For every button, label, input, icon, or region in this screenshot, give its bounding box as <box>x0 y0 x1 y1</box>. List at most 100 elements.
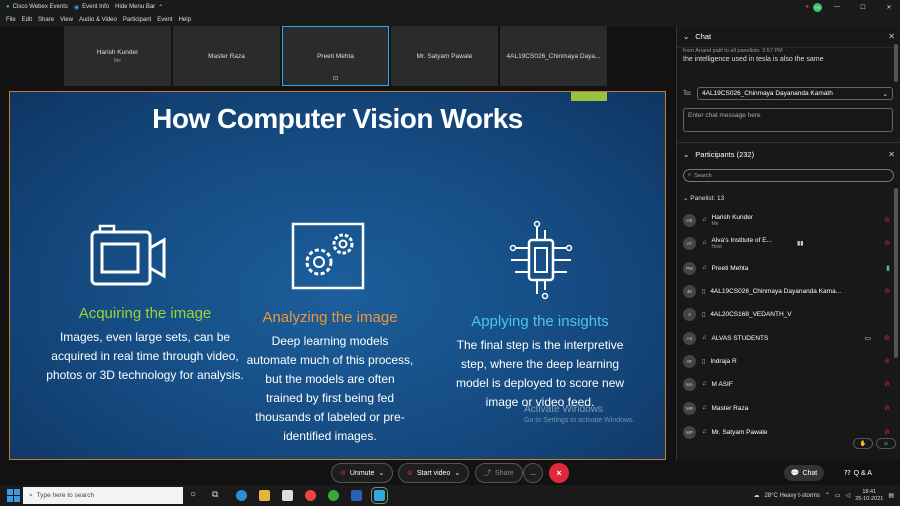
notifications-icon[interactable]: ▤ <box>888 492 894 499</box>
chevron-down-icon: ⌄ <box>378 470 385 477</box>
slide-column-applying: Applying the insights The final step is … <box>450 313 630 412</box>
participant-row[interactable]: PM ♫ Preeti Mehta ▮ <box>683 258 893 278</box>
panel-divider <box>677 142 900 143</box>
start-video-button[interactable]: ⊘ Start video ⌄ <box>398 463 470 483</box>
event-info-button[interactable]: ◉ Event Info <box>74 4 109 11</box>
volume-icon[interactable]: ◁ <box>846 492 851 499</box>
mic-muted-icon[interactable]: ⊘ <box>884 428 890 436</box>
end-meeting-button[interactable]: × <box>549 463 569 483</box>
file-explorer-icon[interactable] <box>259 490 270 501</box>
hide-menu-bar-button[interactable]: Hide Menu Bar ⌃ <box>115 4 163 11</box>
participant-row[interactable]: MR ♫ Master Raza ⊘ <box>683 398 893 418</box>
close-participants-icon[interactable]: ✕ <box>888 150 895 159</box>
webex-taskbar-icon[interactable] <box>371 487 388 504</box>
slide-title: How Computer Vision Works <box>152 103 523 134</box>
menu-event[interactable]: Event <box>157 17 172 23</box>
close-icon[interactable]: ✕ <box>878 4 900 11</box>
mic-muted-icon[interactable]: ⊘ <box>884 239 890 247</box>
audio-level-icon: ▮▮ <box>797 240 804 247</box>
mic-muted-icon[interactable]: ⊘ <box>884 216 890 224</box>
video-stage: Harish Kunder Me Master Raza Preeti Mehta… <box>0 26 676 461</box>
chat-recipient-select[interactable]: 4AL19CS026_Chinmaya Dayananda Kamath ⌄ <box>697 87 893 100</box>
menu-audio-video[interactable]: Audio & Video <box>79 17 117 23</box>
participant-row[interactable]: AT ♫ Alva's Institute of E... Host ▮▮ ⊘ <box>683 233 893 253</box>
participant-row[interactable]: IR ▯ Indraja R ⊘ <box>683 351 893 371</box>
panelist-group-header[interactable]: ⌄ Panelist: 13 <box>683 194 724 202</box>
thumbnail-preeti-mehta[interactable]: Preeti Mehta ⊡ <box>282 26 389 86</box>
minimize-icon[interactable]: — <box>826 4 848 10</box>
close-chat-icon[interactable]: ✕ <box>888 32 895 41</box>
raise-hand-icon[interactable]: ✋ <box>853 438 873 449</box>
chrome-profile-icon[interactable] <box>328 490 339 501</box>
avatar: MP <box>683 425 696 439</box>
chat-tab-button[interactable]: 💬 Chat <box>784 465 824 481</box>
participant-row[interactable]: 4 ▯ 4AL20CS168_VEDANTH_V <box>683 304 893 324</box>
share-icon: ⤴ <box>484 470 491 477</box>
mic-muted-icon[interactable]: ⊘ <box>884 287 890 295</box>
thumbnail-chinmaya[interactable]: 4AL19CS026_Chinmaya Daya... <box>500 26 607 86</box>
column-heading: Applying the insights <box>471 313 609 330</box>
task-view-icon[interactable]: ⧉ <box>212 489 218 500</box>
menu-file[interactable]: File <box>6 17 16 23</box>
user-avatar[interactable]: HK <box>813 2 822 12</box>
unmute-button[interactable]: ⊘ Unmute ⌄ <box>331 463 394 483</box>
cortana-icon[interactable]: ○ <box>190 489 196 500</box>
chevron-up-icon[interactable]: ⌃ <box>825 492 830 499</box>
chevron-down-icon[interactable]: ⌄ <box>683 150 689 159</box>
menu-share[interactable]: Share <box>38 17 54 23</box>
chat-bubble-icon: 💬 <box>790 470 800 477</box>
participant-tools: ✋ ☺ <box>853 438 896 449</box>
more-options-button[interactable]: ... <box>523 463 543 483</box>
network-icon[interactable]: ▭ <box>835 492 841 499</box>
chat-scrollbar[interactable] <box>894 44 898 82</box>
taskbar-search-input[interactable]: ⌕ Type here to search <box>23 487 183 504</box>
weather-text[interactable]: 28°C Heavy t-storms <box>764 493 819 499</box>
share-button[interactable]: ⤴ Share <box>475 463 523 483</box>
thumbnail-master-raza[interactable]: Master Raza <box>173 26 280 86</box>
menu-view[interactable]: View <box>60 17 73 23</box>
thumbnail-satyam-pawale[interactable]: Mr. Satyam Pawale <box>391 26 498 86</box>
chat-message-sender: from Anand patil to all panelists: 3:57 … <box>683 48 783 54</box>
menu-help[interactable]: Help <box>179 17 191 23</box>
participant-search-input[interactable]: ⌕ Search <box>683 169 894 182</box>
headset-icon: ♫ <box>702 381 707 387</box>
avatar: MA <box>683 377 696 391</box>
meeting-controls: ⊘ Unmute ⌄ ⊘ Start video ⌄ ⤴ Share ... × <box>0 461 900 485</box>
store-icon[interactable] <box>282 490 293 501</box>
participant-row[interactable]: MA ♫ M ASIF ⊘ <box>683 374 893 394</box>
chrome-icon[interactable] <box>305 490 316 501</box>
reaction-icon[interactable]: ☺ <box>876 438 896 449</box>
video-off-icon: ⊘ <box>407 470 413 477</box>
mic-muted-icon: ⊘ <box>340 470 346 477</box>
avatar: 4K <box>683 284 696 298</box>
column-text: Deep learning models automate much of th… <box>246 334 414 443</box>
weather-icon: ☁ <box>753 493 760 499</box>
menu-bar: File Edit Share View Audio & Video Parti… <box>0 14 900 26</box>
chat-message-input[interactable]: Enter chat message here <box>683 108 893 132</box>
chat-message-text: the intelligence used in tesla is also t… <box>683 56 824 63</box>
avatar: PM <box>683 261 696 275</box>
maximize-icon[interactable]: ☐ <box>852 4 874 11</box>
participants-scrollbar[interactable] <box>894 188 898 358</box>
mic-muted-icon[interactable]: ⊘ <box>884 334 890 342</box>
menu-edit[interactable]: Edit <box>22 17 32 23</box>
mic-muted-icon[interactable]: ⊘ <box>884 380 890 388</box>
thumbnail-harish-kunder[interactable]: Harish Kunder Me <box>64 26 171 86</box>
clock[interactable]: 18:41 25-10-2021 <box>855 489 883 503</box>
qa-tab-button[interactable]: ⁇ Q & A <box>838 465 878 481</box>
participants-title: Participants (232) <box>695 149 755 159</box>
participant-row[interactable]: HK ♫ Harish Kunder Me ⊘ <box>683 210 893 230</box>
participant-row[interactable]: AS ♫ ALVAS STUDENTS ▭ ⊘ <box>683 328 893 348</box>
mic-muted-icon[interactable]: ⊘ <box>884 404 890 412</box>
mic-muted-icon[interactable]: ⊘ <box>884 357 890 365</box>
participant-row[interactable]: 4K ▯ 4AL19CS026_Chinmaya Dayananda Kama..… <box>683 281 893 301</box>
headset-icon: ♫ <box>702 405 707 411</box>
avatar: AT <box>683 236 696 250</box>
edge-icon[interactable] <box>236 490 247 501</box>
mic-on-icon[interactable]: ▮ <box>886 264 890 272</box>
chevron-down-icon[interactable]: ⌄ <box>683 32 689 41</box>
menu-participant[interactable]: Participant <box>123 17 151 23</box>
word-icon[interactable] <box>351 490 362 501</box>
windows-start-icon[interactable] <box>6 489 20 503</box>
search-icon: ⌕ <box>29 491 33 499</box>
